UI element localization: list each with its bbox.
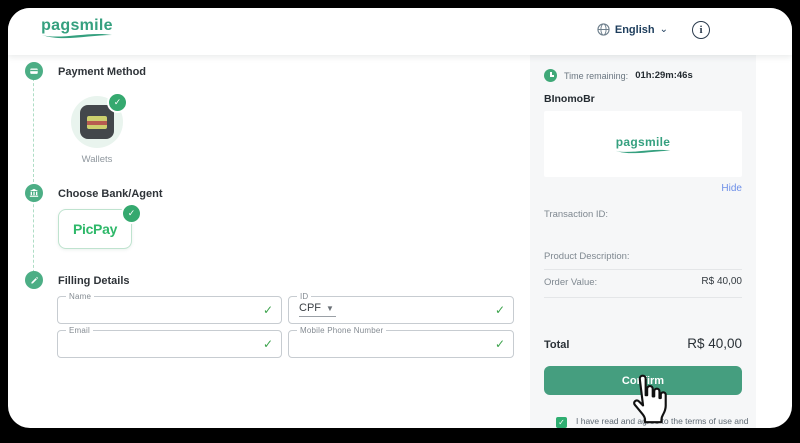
- language-selector[interactable]: English ⌄: [597, 23, 668, 36]
- valid-check-icon: ✓: [495, 337, 505, 351]
- step1-indicator: [25, 62, 43, 80]
- id-field: ID CPF ▼ ✓: [288, 296, 514, 324]
- valid-check-icon: ✓: [263, 303, 273, 317]
- info-button[interactable]: i: [692, 21, 710, 39]
- step3-label: Filling Details: [58, 275, 130, 287]
- bank-agent-picpay[interactable]: PicPay ✓: [58, 209, 132, 249]
- check-icon: ✓: [107, 92, 128, 113]
- product-description-label: Product Description:: [544, 251, 630, 262]
- chevron-down-icon: ⌄: [660, 26, 668, 34]
- valid-check-icon: ✓: [495, 303, 505, 317]
- step3-indicator: [25, 271, 43, 289]
- name-input[interactable]: [66, 299, 259, 321]
- logo-swoosh: [40, 32, 114, 40]
- id-type-select[interactable]: CPF ▼: [299, 302, 336, 317]
- info-icon: i: [699, 24, 702, 36]
- id-type-value: CPF: [299, 302, 321, 314]
- header: pagsmile English ⌄ i: [8, 8, 792, 55]
- globe-icon: [597, 23, 610, 36]
- total-value: R$ 40,00: [687, 336, 742, 351]
- check-icon: ✓: [121, 203, 142, 224]
- mobile-phone-field: Mobile Phone Number ✓: [288, 330, 514, 358]
- terms-checkbox[interactable]: ✓: [556, 417, 567, 428]
- logo-swoosh: [614, 148, 672, 155]
- language-label: English: [615, 24, 655, 36]
- time-remaining-label: Time remaining:: [564, 71, 628, 81]
- checkout-card: pagsmile English ⌄ i Payment Method: [8, 8, 792, 428]
- email-input[interactable]: [66, 333, 259, 355]
- merchant-logo-box: pagsmile: [544, 111, 742, 177]
- step2-indicator: [25, 184, 43, 202]
- time-remaining-value: 01h:29m:46s: [635, 70, 693, 81]
- wallet-icon: [80, 105, 114, 139]
- wallets-label: Wallets: [71, 154, 123, 165]
- name-field: Name ✓: [57, 296, 282, 324]
- pencil-icon: [30, 276, 39, 285]
- clock-icon: [544, 69, 557, 82]
- step2-label: Choose Bank/Agent: [58, 188, 163, 200]
- payment-method-wallets[interactable]: ✓ Wallets: [71, 96, 123, 165]
- divider: [544, 297, 742, 298]
- divider: [544, 269, 742, 270]
- stepper-line: [33, 68, 34, 283]
- terms-row: ✓ I have read and agree to the terms of …: [556, 416, 746, 428]
- hide-link[interactable]: Hide: [721, 183, 742, 194]
- bank-icon: [29, 188, 39, 198]
- id-field-label: ID: [297, 292, 311, 301]
- total-label: Total: [544, 339, 569, 351]
- select-arrow-icon: ▼: [326, 304, 334, 313]
- order-summary-panel: Time remaining: 01h:29m:46s BInomoBr pag…: [530, 55, 756, 428]
- email-field: Email ✓: [57, 330, 282, 358]
- transaction-id-label: Transaction ID:: [544, 209, 608, 220]
- merchant-name: BInomoBr: [544, 93, 595, 105]
- confirm-button[interactable]: Confirm: [544, 366, 742, 395]
- pagsmile-logo: pagsmile: [40, 18, 114, 40]
- step1-label: Payment Method: [58, 66, 146, 78]
- pagsmile-logo-small: pagsmile: [614, 134, 672, 155]
- timer-row: Time remaining: 01h:29m:46s: [544, 69, 693, 82]
- card-icon: [29, 66, 39, 76]
- order-value-label: Order Value:: [544, 277, 597, 288]
- valid-check-icon: ✓: [263, 337, 273, 351]
- order-value: R$ 40,00: [701, 276, 742, 287]
- picpay-logo: PicPay: [73, 221, 117, 237]
- terms-text: I have read and agree to the terms of us…: [576, 416, 748, 427]
- mobile-phone-input[interactable]: [297, 333, 491, 355]
